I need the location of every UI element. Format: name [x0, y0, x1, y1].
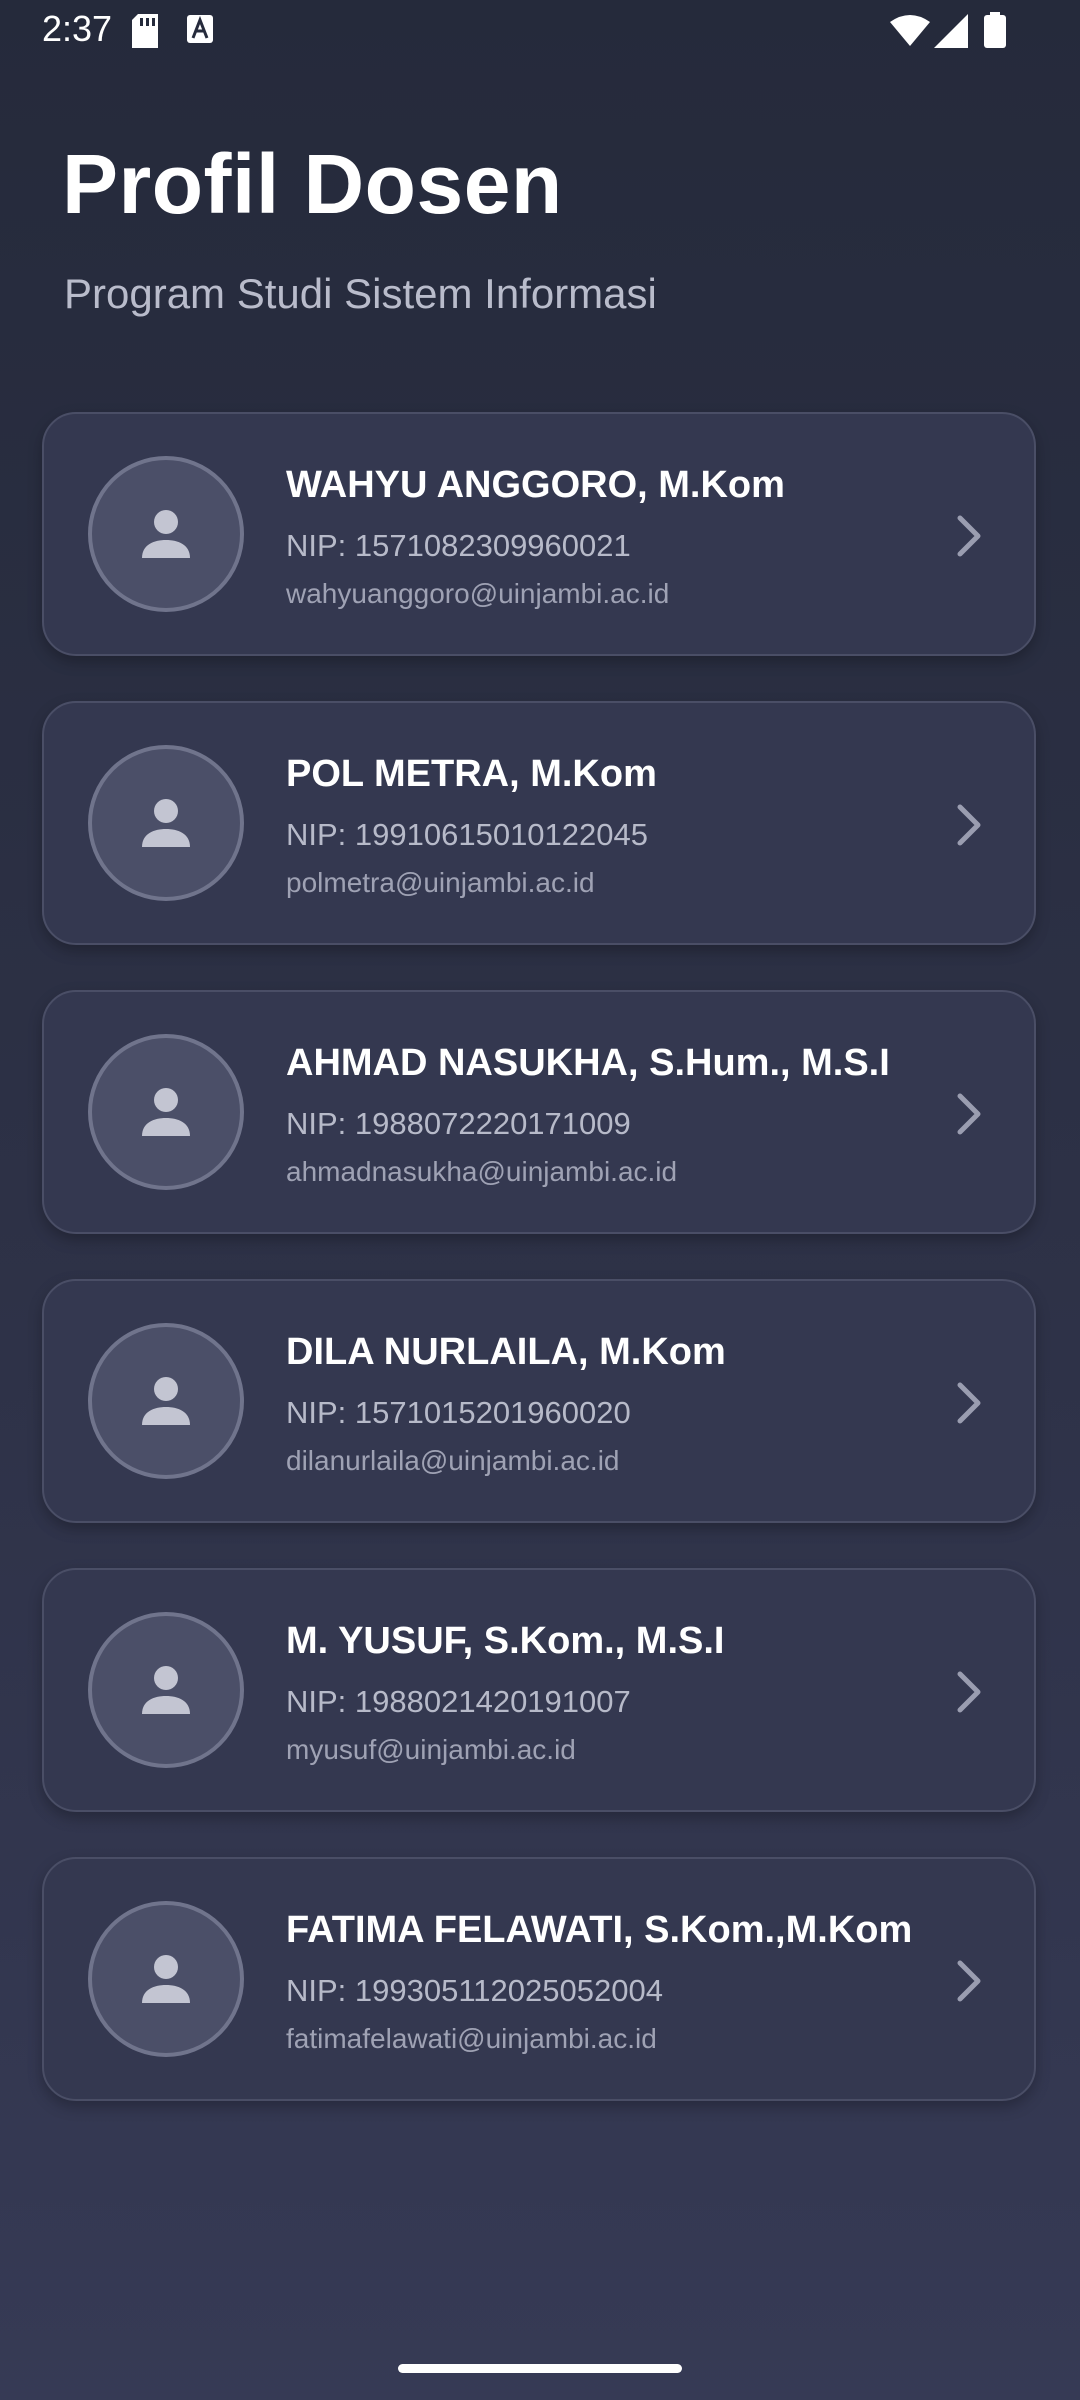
lecturer-name: POL METRA, M.Kom — [286, 753, 657, 795]
lecturer-email: ahmadnasukha@uinjambi.ac.id — [286, 1156, 678, 1187]
avatar — [88, 1612, 244, 1768]
chevron-right-icon — [957, 1671, 981, 1713]
lecturer-email: dilanurlaila@uinjambi.ac.id — [286, 1445, 620, 1476]
avatar — [88, 745, 244, 901]
person-icon — [142, 1377, 190, 1425]
page-subtitle: Program Studi Sistem Informasi — [64, 270, 657, 317]
lecturer-nip: NIP: 1988021420191007 — [286, 1684, 631, 1719]
status-bar: 2:37 — [0, 0, 1080, 64]
home-indicator[interactable] — [398, 2364, 682, 2373]
person-icon — [142, 1666, 190, 1714]
person-icon — [142, 799, 190, 847]
lecturer-name: M. YUSUF, S.Kom., M.S.I — [286, 1620, 725, 1662]
cell-signal-icon — [934, 14, 968, 53]
chevron-right-icon — [957, 1960, 981, 2002]
avatar — [88, 1901, 244, 2057]
lecturer-email: wahyuanggoro@uinjambi.ac.id — [286, 578, 670, 609]
lecturer-name: FATIMA FELAWATI, S.Kom.,M.Kom — [286, 1909, 913, 1951]
chevron-right-icon — [957, 1382, 981, 1424]
person-icon — [142, 510, 190, 558]
lecturer-nip: NIP: 1571082309960021 — [286, 528, 631, 563]
lecturer-card[interactable]: AHMAD NASUKHA, S.Hum., M.S.I NIP: 198807… — [42, 990, 1036, 1234]
page-title: Profil Dosen — [62, 137, 563, 231]
lecturer-name: WAHYU ANGGORO, M.Kom — [286, 464, 785, 506]
lecturer-card[interactable]: M. YUSUF, S.Kom., M.S.I NIP: 19880214201… — [42, 1568, 1036, 1812]
lecturer-email: fatimafelawati@uinjambi.ac.id — [286, 2023, 657, 2054]
sd-card-icon — [130, 14, 160, 53]
lecturer-name: AHMAD NASUKHA, S.Hum., M.S.I — [286, 1042, 890, 1084]
lecturer-email: myusuf@uinjambi.ac.id — [286, 1734, 576, 1765]
person-icon — [142, 1955, 190, 2003]
avatar — [88, 456, 244, 612]
chevron-right-icon — [957, 804, 981, 846]
lecturer-nip: NIP: 1571015201960020 — [286, 1395, 631, 1430]
battery-icon — [984, 12, 1006, 53]
lecturer-list: WAHYU ANGGORO, M.Kom NIP: 15710823099600… — [42, 412, 1038, 2146]
wifi-icon — [890, 14, 930, 51]
lecturer-card[interactable]: FATIMA FELAWATI, S.Kom.,M.Kom NIP: 19930… — [42, 1857, 1036, 2101]
lecturer-card[interactable]: POL METRA, M.Kom NIP: 19910615010122045 … — [42, 701, 1036, 945]
lecturer-email: polmetra@uinjambi.ac.id — [286, 867, 595, 898]
lecturer-card[interactable]: WAHYU ANGGORO, M.Kom NIP: 15710823099600… — [42, 412, 1036, 656]
keyboard-a-icon — [186, 14, 214, 49]
status-time: 2:37 — [42, 8, 113, 49]
lecturer-nip: NIP: 1988072220171009 — [286, 1106, 631, 1141]
lecturer-nip: NIP: 19910615010122045 — [286, 817, 648, 852]
person-icon — [142, 1088, 190, 1136]
avatar — [88, 1323, 244, 1479]
lecturer-nip: NIP: 199305112025052004 — [286, 1973, 663, 2008]
lecturer-card[interactable]: DILA NURLAILA, M.Kom NIP: 15710152019600… — [42, 1279, 1036, 1523]
chevron-right-icon — [957, 515, 981, 557]
chevron-right-icon — [957, 1093, 981, 1135]
avatar — [88, 1034, 244, 1190]
lecturer-name: DILA NURLAILA, M.Kom — [286, 1331, 726, 1373]
